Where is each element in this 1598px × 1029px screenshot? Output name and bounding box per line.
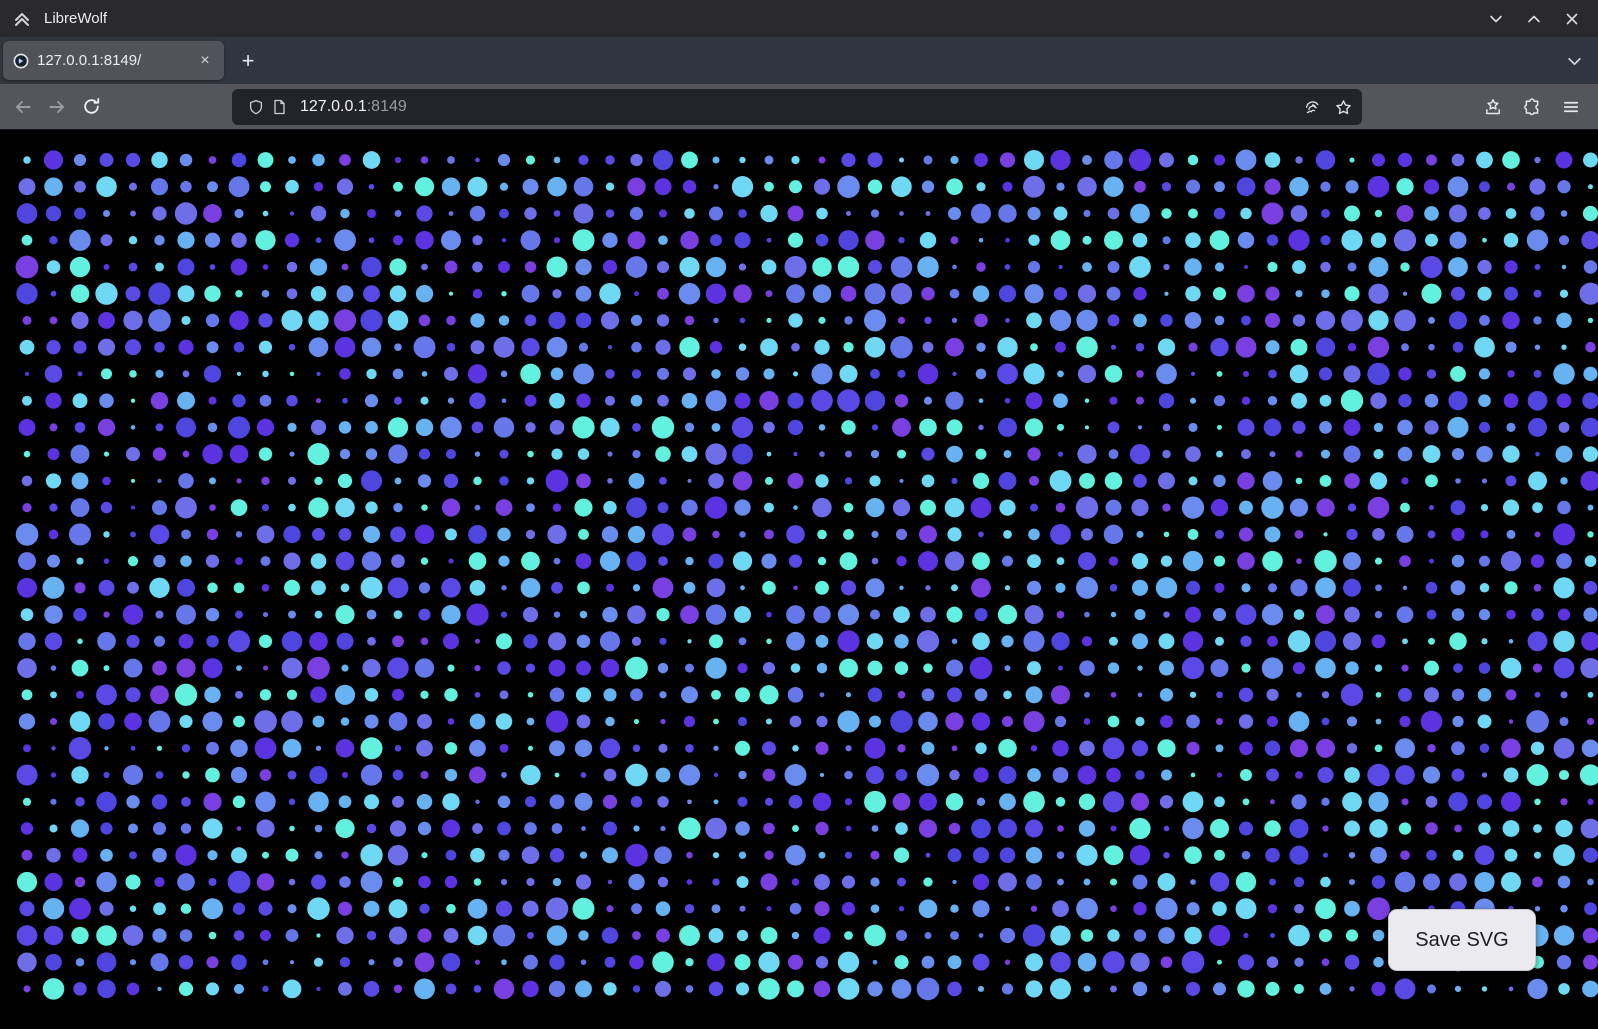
page-info-icon[interactable]: [272, 99, 288, 115]
window-controls: [1482, 5, 1586, 33]
browser-tab[interactable]: 127.0.0.1:8149/ ×: [3, 41, 224, 80]
window-titlebar: LibreWolf: [0, 0, 1598, 37]
new-tab-button[interactable]: +: [232, 45, 264, 77]
url-port: :8149: [367, 98, 407, 115]
bookmarks-menu-icon[interactable]: [1476, 90, 1510, 124]
tab-close-button[interactable]: ×: [194, 50, 216, 72]
page-content: Save SVG: [0, 130, 1598, 1028]
tab-title: 127.0.0.1:8149/: [37, 52, 194, 69]
double-chevron-up-icon: [12, 9, 32, 29]
save-svg-button[interactable]: Save SVG: [1388, 909, 1536, 971]
bookmark-star-icon[interactable]: [1335, 99, 1352, 116]
menu-hamburger-icon[interactable]: [1554, 90, 1588, 124]
fingerprint-protection-icon[interactable]: [1304, 99, 1321, 116]
extensions-puzzle-icon[interactable]: [1515, 90, 1549, 124]
forward-button[interactable]: [40, 90, 74, 124]
reload-button[interactable]: [74, 90, 108, 124]
tab-favicon-icon: [13, 53, 29, 69]
url-host: 127.0.0.1: [300, 98, 367, 115]
url-bar[interactable]: 127.0.0.1:8149: [232, 89, 1362, 125]
maximize-button[interactable]: [1520, 5, 1548, 33]
list-all-tabs-button[interactable]: [1558, 45, 1590, 77]
minimize-button[interactable]: [1482, 5, 1510, 33]
window-title: LibreWolf: [44, 10, 107, 27]
close-window-button[interactable]: [1558, 5, 1586, 33]
toolbar-right-icons: [1476, 90, 1588, 124]
url-text: 127.0.0.1:8149: [300, 98, 1304, 116]
tab-strip: 127.0.0.1:8149/ × +: [0, 37, 1598, 84]
dot-grid: [0, 130, 1598, 1028]
navigation-toolbar: 127.0.0.1:8149: [0, 84, 1598, 130]
shield-icon[interactable]: [248, 99, 264, 115]
back-button[interactable]: [6, 90, 40, 124]
